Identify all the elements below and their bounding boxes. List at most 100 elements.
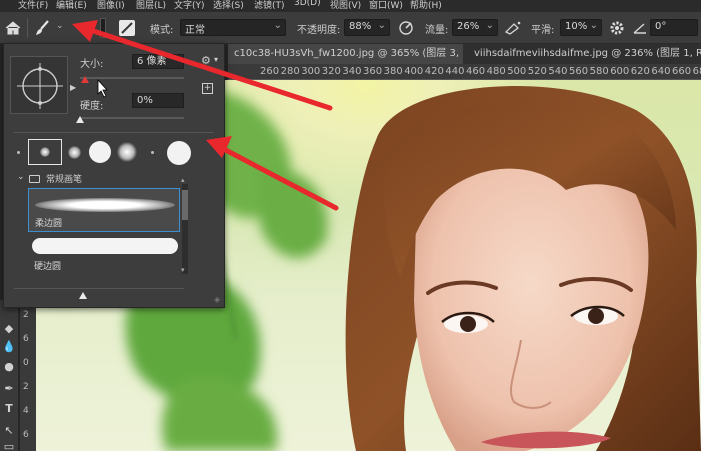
scroll-down-icon[interactable]: ▾ [181, 266, 185, 274]
gear-icon[interactable] [609, 20, 625, 36]
brush-folder-label[interactable]: 常规画笔 [46, 172, 82, 185]
ruler-tick-label: 340 [342, 66, 362, 77]
ruler-tick-label: 520 [527, 66, 547, 77]
angle-value: 0° [655, 21, 667, 32]
mode-label: 模式: [150, 25, 174, 36]
brush-size-preview[interactable] [100, 18, 106, 38]
vruler-tick-label: 0 [23, 358, 29, 368]
airbrush-icon[interactable] [504, 20, 522, 36]
ruler-tick-label: 420 [424, 66, 444, 77]
chevron-down-icon[interactable]: ⌄ [17, 172, 25, 182]
hardness-slider-track[interactable] [80, 117, 184, 119]
brush-item-soft-round[interactable]: 柔边圆 [28, 188, 180, 232]
ruler-tick-label: 600 [610, 66, 630, 77]
document-tabs: c10c38-HU3sVh_fw1200.jpg @ 365% (图层 3, R… [228, 44, 701, 64]
smoothing-label: 平滑: [531, 25, 555, 36]
paint-bucket-tool-icon[interactable]: ◆ [2, 322, 16, 336]
recent-brush-tip-1[interactable] [17, 151, 20, 154]
flow-chevron-down-icon: ⌄ [485, 20, 494, 31]
menu-image[interactable]: 图像(I) [97, 0, 125, 11]
brush-shape-preview[interactable] [10, 56, 68, 114]
new-preset-plus-icon[interactable]: + [202, 83, 213, 94]
hardness-label: 硬度: [80, 101, 104, 112]
flow-value: 26% [457, 21, 480, 32]
angle-input[interactable]: 0° [650, 19, 698, 36]
vruler-tick-label: 2 [23, 310, 29, 320]
ruler-tick-label: 660 [672, 66, 692, 77]
dodge-tool-icon[interactable]: ● [2, 360, 16, 374]
divider [14, 132, 214, 133]
ruler-tick-label: 280 [280, 66, 300, 77]
resize-grip-icon[interactable]: ◈ [214, 295, 220, 304]
recent-brush-tip-6[interactable] [151, 151, 154, 154]
path-selection-tool-icon[interactable]: ↖ [2, 424, 16, 438]
ruler-tick-label: 540 [548, 66, 568, 77]
size-slider-track[interactable] [80, 77, 184, 79]
expand-right-icon[interactable]: ▶ [70, 83, 76, 92]
type-tool-icon[interactable]: T [2, 402, 16, 416]
recent-brush-tip-5[interactable] [117, 142, 137, 162]
menu-help[interactable]: 帮助(H) [410, 0, 442, 11]
hardness-slider-thumb[interactable] [76, 116, 84, 123]
vruler-tick-label: 4 [23, 406, 29, 416]
menu-filter[interactable]: 滤镜(T) [254, 0, 285, 11]
menu-3d[interactable]: 3D(D) [294, 0, 321, 8]
brush-tool-icon[interactable] [34, 19, 52, 37]
shape-tool-icon[interactable]: ▭ [2, 440, 16, 451]
opacity-input[interactable]: 88% ⌄ [344, 19, 390, 36]
gear-icon[interactable]: ⚙ [201, 54, 211, 67]
flow-input[interactable]: 26% ⌄ [452, 19, 498, 36]
mode-select[interactable]: 正常 ⌄ [180, 19, 286, 36]
brush-preset-picker-panel: ▶ 大小: 6 像素 ⚙ ▾ + 硬度: 0% ⌄ 常规画笔 柔边圆 硬边圆 ▴… [3, 43, 225, 308]
size-input[interactable]: 6 像素 [132, 54, 184, 69]
smoothing-input[interactable]: 10% ⌄ [560, 19, 602, 36]
brush-item-hard-round[interactable]: 硬边圆 [28, 236, 180, 274]
ruler-tick-label: 460 [466, 66, 486, 77]
tab-document-1[interactable]: c10c38-HU3sVh_fw1200.jpg @ 365% (图层 3, R… [228, 44, 463, 64]
preview-size-thumb[interactable] [79, 292, 87, 299]
pen-tool-icon[interactable]: ✒ [2, 382, 16, 396]
menu-layer[interactable]: 图层(L) [136, 0, 166, 11]
menu-chevron-icon[interactable]: ▾ [214, 55, 218, 64]
menu-window[interactable]: 窗口(W) [369, 0, 403, 11]
angle-icon [633, 21, 647, 35]
menu-view[interactable]: 视图(V) [330, 0, 361, 11]
opacity-value: 88% [349, 21, 372, 32]
menu-file[interactable]: 文件(F) [18, 0, 48, 11]
brush-preset-picker-chevron-icon[interactable]: ⌄ [56, 21, 64, 31]
hardness-input[interactable]: 0% [132, 93, 184, 108]
preview-size-track[interactable] [14, 288, 184, 289]
pressure-opacity-icon[interactable] [398, 20, 414, 36]
blur-tool-icon[interactable]: 💧 [2, 340, 16, 354]
brush-item-label: 柔边圆 [35, 219, 63, 229]
menu-select[interactable]: 选择(S) [213, 0, 244, 11]
size-label: 大小: [80, 59, 104, 70]
brush-settings-panel-icon[interactable] [119, 20, 135, 36]
horizontal-ruler: 260 280 300 320 340 360 380 400 420 440 460 480 500 5… [228, 64, 701, 80]
scroll-up-icon[interactable]: ▴ [181, 176, 185, 184]
ruler-tick-label: 320 [321, 66, 341, 77]
ruler-tick-label: 440 [445, 66, 465, 77]
ruler-tick-label: 380 [383, 66, 403, 77]
ruler-tick-label: 580 [589, 66, 609, 77]
vruler-tick-label: 2 [23, 382, 29, 392]
ruler-tick-label: 260 [260, 66, 280, 77]
brush-list-scrollbar[interactable] [182, 184, 188, 274]
tools-panel: ◆ 💧 ● ✒ T ↖ ▭ [0, 300, 18, 451]
ruler-tick-label: 500 [507, 66, 527, 77]
ruler-tick-label: 480 [486, 66, 506, 77]
opacity-chevron-down-icon: ⌄ [377, 20, 386, 31]
recent-brush-tip-7[interactable] [167, 141, 191, 165]
recent-brush-tip-4[interactable] [89, 141, 111, 163]
recent-brush-tip-2-selected[interactable] [28, 139, 62, 165]
ruler-tick-label: 680 [692, 66, 701, 77]
home-icon[interactable] [4, 19, 22, 37]
menu-type[interactable]: 文字(Y) [174, 0, 205, 11]
recent-brush-tip-3[interactable] [68, 146, 81, 159]
tab-document-2[interactable]: viihsdaifmeviihsdaifme.jpg @ 236% (图层 1,… [468, 44, 701, 64]
mode-chevron-down-icon: ⌄ [273, 20, 282, 31]
ruler-tick-label: 400 [404, 66, 424, 77]
size-slider-thumb[interactable] [81, 76, 90, 83]
menu-bar: 文件(F) 编辑(E) 图像(I) 图层(L) 文字(Y) 选择(S) 滤镜(T… [0, 0, 701, 12]
menu-edit[interactable]: 编辑(E) [56, 0, 87, 11]
